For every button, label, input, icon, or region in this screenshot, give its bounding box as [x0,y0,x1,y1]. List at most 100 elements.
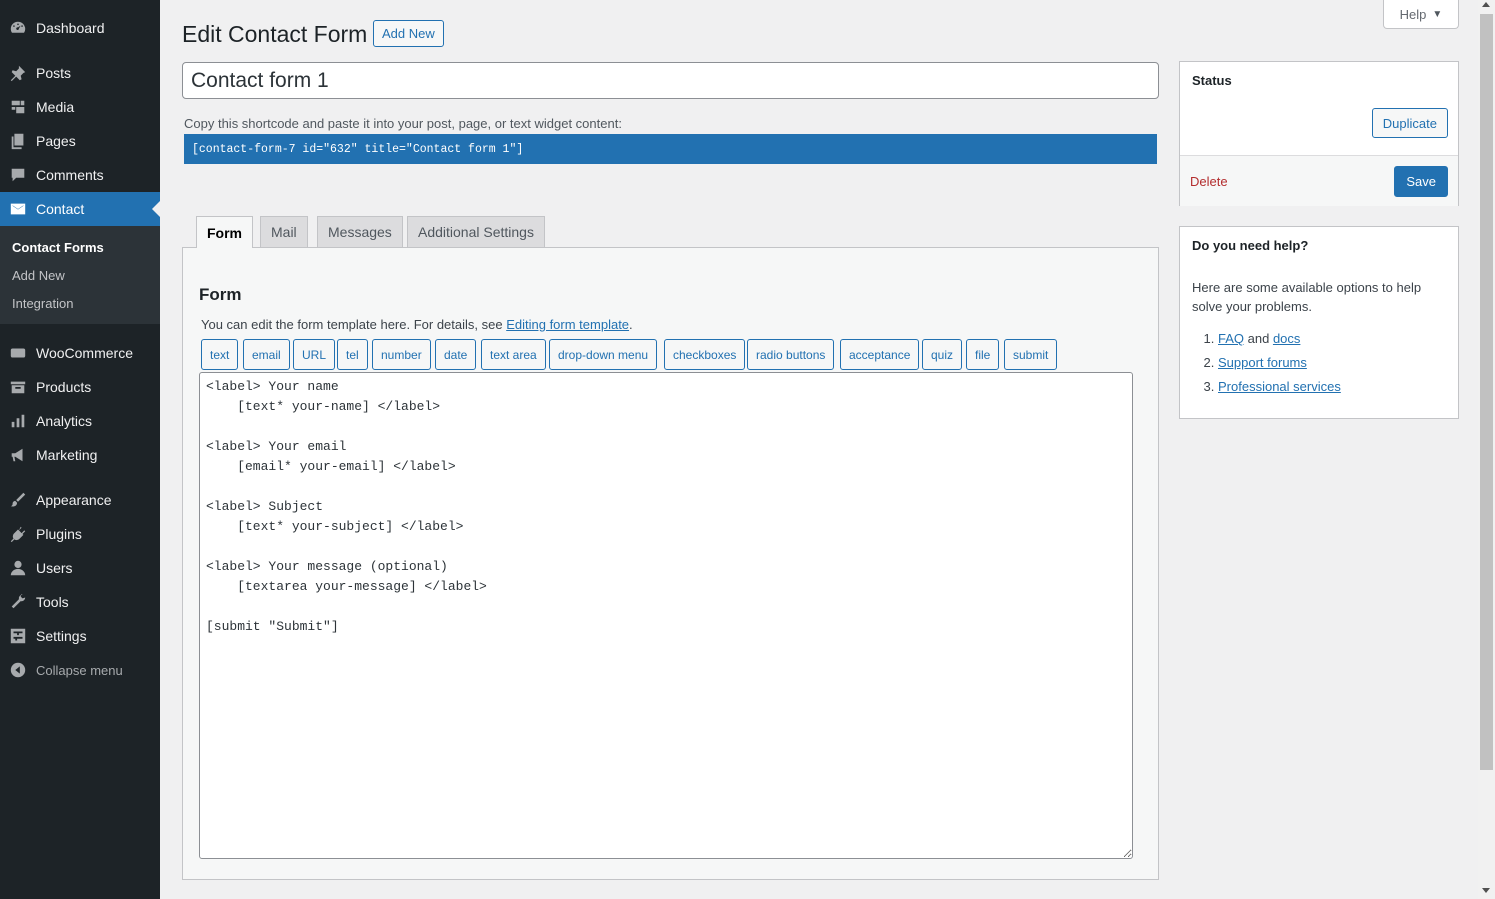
duplicate-button[interactable]: Duplicate [1371,108,1448,138]
mail-icon [0,192,36,226]
menu-item-appearance[interactable]: Appearance [0,483,160,517]
menu-label: Users [36,560,73,576]
menu-item-pages[interactable]: Pages [0,124,160,158]
tab-form[interactable]: Form [196,216,253,248]
form-panel-description: You can edit the form template here. For… [201,317,633,332]
caret-down-icon: ▼ [1432,8,1443,20]
submenu-integration[interactable]: Integration [12,296,73,311]
submenu-contact-forms[interactable]: Contact Forms [12,240,104,255]
plugin-icon [0,517,36,551]
list-item: Professional services [1218,375,1341,399]
status-box: Status Duplicate Delete Save [1179,61,1459,206]
list-item: Support forums [1218,351,1341,375]
archive-icon [0,370,36,404]
menu-label: Tools [36,594,69,610]
tag-button-tel[interactable]: tel [337,339,368,370]
menu-label: Comments [36,167,104,183]
menu-label: Settings [36,628,87,644]
menu-item-analytics[interactable]: Analytics [0,404,160,438]
menu-item-users[interactable]: Users [0,551,160,585]
menu-label: Collapse menu [36,662,123,678]
professional-services-link[interactable]: Professional services [1218,379,1341,394]
user-icon [0,551,36,585]
tag-button-acceptance[interactable]: acceptance [840,339,920,370]
docs-link[interactable]: docs [1273,331,1300,346]
shortcode-label: Copy this shortcode and paste it into yo… [184,116,622,131]
tag-button-dropdown[interactable]: drop-down menu [549,339,658,370]
menu-label: Appearance [36,492,112,508]
menu-label: WooCommerce [36,345,133,361]
comment-icon [0,158,36,192]
scrollbar-thumb[interactable] [1480,14,1493,770]
menu-item-comments[interactable]: Comments [0,158,160,192]
tag-button-textarea[interactable]: text area [481,339,546,370]
menu-item-plugins[interactable]: Plugins [0,517,160,551]
menu-label: Products [36,379,92,395]
scroll-up-arrow-icon[interactable] [1482,2,1490,7]
delete-link[interactable]: Delete [1190,174,1228,189]
shortcode-field[interactable]: [contact-form-7 id="632" title="Contact … [184,134,1157,164]
menu-label: Media [36,99,75,115]
tag-button-text[interactable]: text [201,339,239,370]
add-new-button[interactable]: Add New [373,20,444,47]
menu-item-woocommerce[interactable]: WooCommerce [0,336,160,370]
editing-form-template-link[interactable]: Editing form template [506,317,629,332]
menu-item-tools[interactable]: Tools [0,585,160,619]
help-label: Help [1399,6,1427,22]
scroll-down-arrow-icon[interactable] [1482,888,1490,893]
tag-button-file[interactable]: file [966,339,1000,370]
save-button[interactable]: Save [1394,166,1448,197]
menu-item-marketing[interactable]: Marketing [0,438,160,472]
pin-icon [0,56,36,90]
menu-item-media[interactable]: Media [0,90,160,124]
tag-button-url[interactable]: URL [293,339,336,370]
help-text: Here are some available options to help … [1192,280,1422,314]
tag-button-submit[interactable]: submit [1004,339,1058,370]
menu-item-contact[interactable]: Contact [0,192,160,226]
menu-item-settings[interactable]: Settings [0,619,160,653]
tab-additional-settings[interactable]: Additional Settings [407,216,545,247]
page-title: Edit Contact Form [182,21,368,47]
collapse-arrow-icon [0,653,36,687]
menu-item-products[interactable]: Products [0,370,160,404]
and-text: and [1244,331,1273,346]
tag-button-radio[interactable]: radio buttons [747,339,835,370]
help-links-list: FAQ and docs Support forums Professional… [1192,327,1341,399]
menu-item-dashboard[interactable]: Dashboard [0,11,160,45]
menu-label: Contact [36,201,85,217]
menu-label: Marketing [36,447,98,463]
form-template-editor[interactable]: <label> Your name [text* your-name] </la… [199,372,1133,859]
tab-messages[interactable]: Messages [317,216,403,247]
settings-icon [0,619,36,653]
tag-button-date[interactable]: date [435,339,477,370]
contact-submenu: Contact Forms Add New Integration [0,226,160,324]
support-forums-link[interactable]: Support forums [1218,355,1307,370]
wrench-icon [0,585,36,619]
megaphone-icon [0,438,36,472]
tag-button-checkboxes[interactable]: checkboxes [664,339,746,370]
menu-label: Pages [36,133,76,149]
chart-bar-icon [0,404,36,438]
collapse-menu-button[interactable]: Collapse menu [0,653,160,687]
list-item: FAQ and docs [1218,327,1341,351]
help-tab-button[interactable]: Help ▼ [1383,0,1459,29]
menu-label: Plugins [36,526,82,542]
faq-link[interactable]: FAQ [1218,331,1244,346]
media-icon [0,90,36,124]
menu-label: Analytics [36,413,93,429]
tag-button-quiz[interactable]: quiz [922,339,963,370]
desc-suffix: . [629,317,633,332]
menu-label: Posts [36,65,72,81]
menu-item-posts[interactable]: Posts [0,56,160,90]
menu-label: Dashboard [36,20,105,36]
tag-button-number[interactable]: number [372,339,431,370]
desc-prefix: You can edit the form template here. For… [201,317,507,332]
tag-button-email[interactable]: email [243,339,290,370]
submenu-add-new[interactable]: Add New [12,268,65,283]
page-scrollbar[interactable] [1478,0,1495,899]
pages-icon [0,124,36,158]
form-title-input[interactable] [182,62,1159,99]
tab-mail[interactable]: Mail [260,216,308,247]
brush-icon [0,483,36,517]
form-panel-heading: Form [199,285,242,304]
